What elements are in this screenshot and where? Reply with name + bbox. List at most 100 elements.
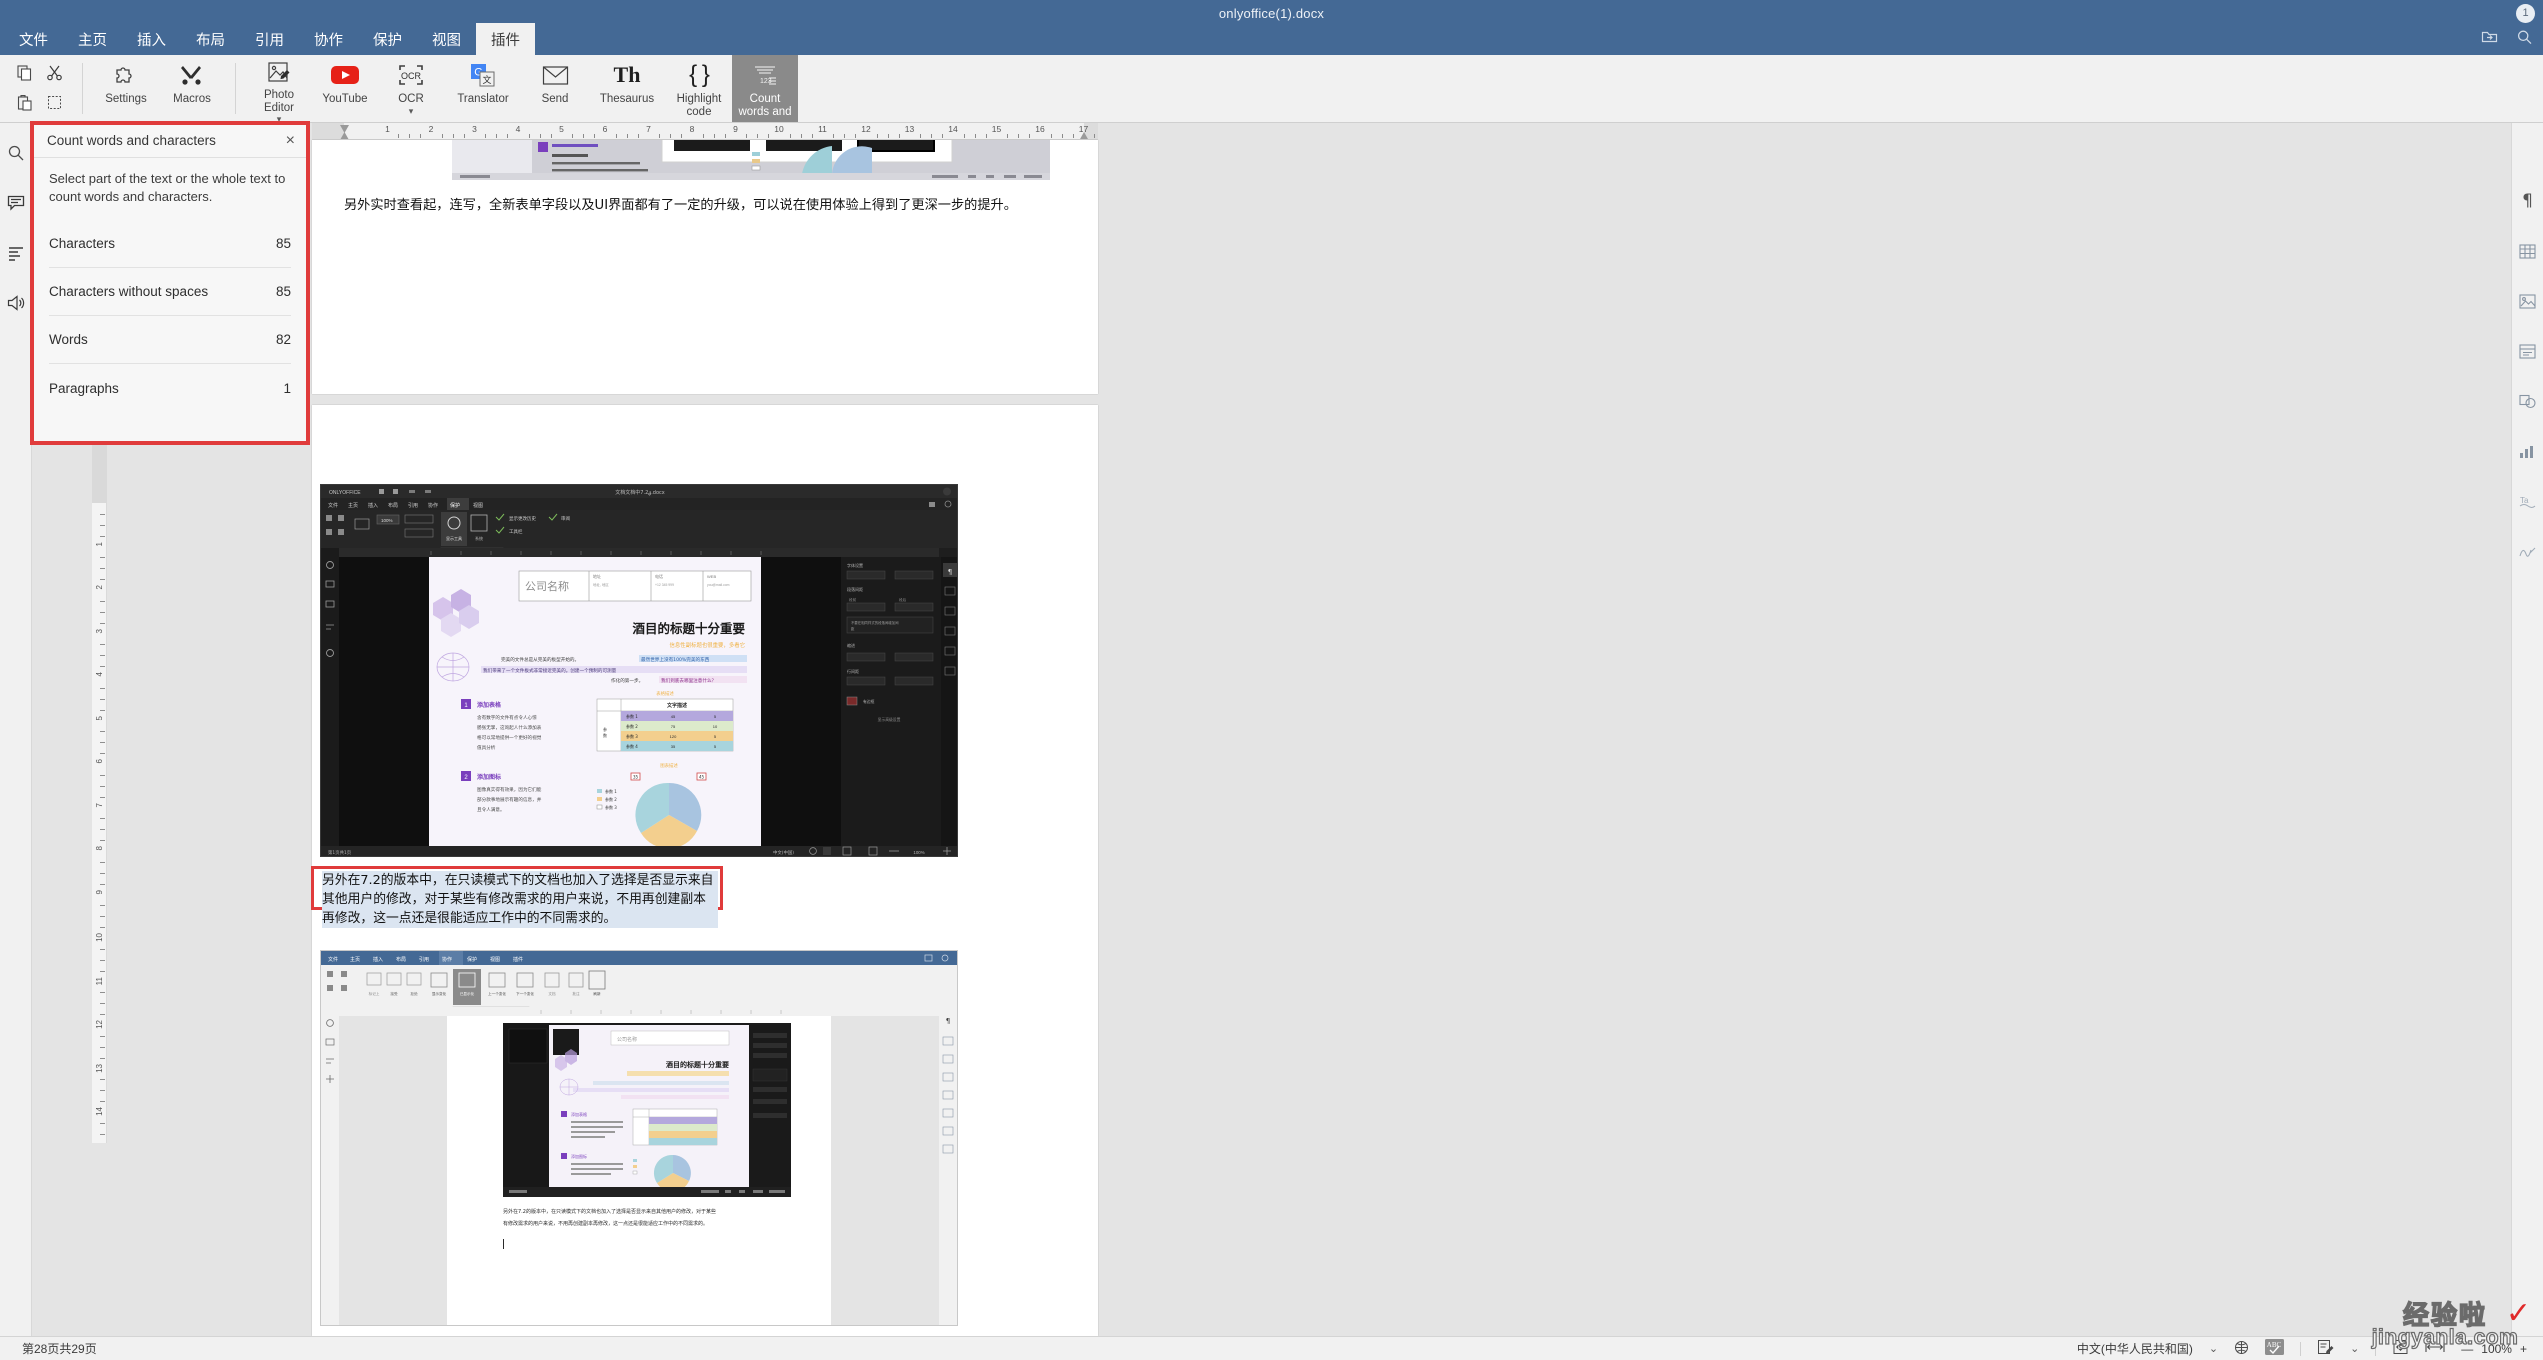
table-settings-icon[interactable] <box>2516 239 2540 263</box>
embedded-image-strip[interactable] <box>452 140 1050 180</box>
count-words-plugin-panel: Count words and characters × Select part… <box>30 121 310 445</box>
vertical-ruler[interactable]: 1 2 3 4 5 6 7 8 9 10 11 12 13 14 <box>92 423 107 1143</box>
zoom-in-button[interactable]: + <box>2520 1342 2527 1356</box>
page-number-status[interactable]: 第28页共29页 <box>22 1340 97 1357</box>
open-file-location-icon[interactable] <box>2481 29 2498 49</box>
paste-icon[interactable] <box>12 90 38 116</box>
chevron-down-icon-track[interactable]: ⌄ <box>2350 1342 2359 1355</box>
ruler-tick <box>800 134 802 138</box>
send-button[interactable]: Send <box>522 55 588 122</box>
search-icon[interactable] <box>2516 29 2533 50</box>
comments-icon[interactable] <box>4 191 28 215</box>
svg-text:you@mail.com: you@mail.com <box>707 583 730 587</box>
text-box-settings-icon[interactable]: Ta <box>2516 489 2540 513</box>
svg-text:45: 45 <box>671 714 676 719</box>
svg-text:100%: 100% <box>381 518 393 523</box>
vruler-tick <box>100 1133 105 1135</box>
tab-layout[interactable]: 布局 <box>181 23 240 55</box>
stat-value-paragraphs: 1 <box>283 380 291 396</box>
svg-text:最然世界上没有100%完美的东西: 最然世界上没有100%完美的东西 <box>641 656 710 663</box>
close-icon[interactable]: × <box>286 132 295 149</box>
svg-text:数: 数 <box>603 732 607 738</box>
tab-home[interactable]: 主页 <box>63 23 122 55</box>
fit-width-icon[interactable] <box>2425 1340 2445 1357</box>
svg-text:35: 35 <box>633 775 639 780</box>
settings-button[interactable]: Settings <box>93 55 159 122</box>
zoom-level-label[interactable]: 100% <box>2481 1342 2512 1356</box>
thesaurus-button[interactable]: Th Thesaurus <box>588 55 666 122</box>
thesaurus-label: Thesaurus <box>599 93 655 105</box>
vruler-tick <box>100 742 105 744</box>
document-paragraph-1[interactable]: 另外实时查看起，连写，全新表单字段以及UI界面都有了一定的升级，可以说在使用体验… <box>344 194 1062 217</box>
paragraph-settings-icon[interactable]: ¶ <box>2516 189 2540 213</box>
tab-view[interactable]: 视图 <box>417 23 476 55</box>
ocr-button[interactable]: OCR OCR ▾ <box>378 55 444 122</box>
svg-text:参数 4: 参数 4 <box>626 743 638 749</box>
svg-text:我们带来了一个文件板式非常接近完美的。创建一个预制的可测量: 我们带来了一个文件板式非常接近完美的。创建一个预制的可测量 <box>483 667 617 674</box>
globe-icon[interactable] <box>2234 1340 2249 1358</box>
document-page-2: ONLYOFFICE 文档文档中ࢥ7.2.docx 文件 主页 插入 布局 引用… <box>311 405 1098 1336</box>
user-avatar[interactable]: 1 <box>2516 3 2535 23</box>
embedded-screenshot-onlyoffice-dark[interactable]: ONLYOFFICE 文档文档中ࢥ7.2.docx 文件 主页 插入 布局 引用… <box>320 484 958 857</box>
ruler-tick <box>507 134 509 138</box>
tab-references[interactable]: 引用 <box>240 23 299 55</box>
horizontal-ruler[interactable]: 1 2 3 4 5 6 7 8 9 10 11 12 13 14 15 16 17 <box>312 123 1098 140</box>
stat-row-characters-no-spaces: Characters without spaces 85 <box>49 268 291 316</box>
vruler-tick-label: 9 <box>95 889 104 894</box>
plugin-panel-header: Count words and characters × <box>33 124 307 158</box>
svg-text:部分款事地展示有趣的信息，并: 部分款事地展示有趣的信息，并 <box>477 796 542 803</box>
document-paragraph-2[interactable]: 另外在7.2的版本中，在只读模式下的文档也加入了选择是否显示来自其他用户的修改，… <box>322 871 718 928</box>
signature-settings-icon[interactable] <box>2516 539 2540 563</box>
svg-text:公司名称: 公司名称 <box>617 1036 637 1043</box>
spellcheck-icon[interactable]: ABC <box>2265 1339 2285 1358</box>
status-bar-right: 中文(中华人民共和国) ⌄ ABC ⌄ — 100% + <box>2077 1339 2543 1358</box>
search-icon[interactable] <box>4 141 28 165</box>
shape-settings-icon[interactable] <box>2516 389 2540 413</box>
zoom-out-button[interactable]: — <box>2461 1342 2473 1356</box>
highlight-code-button[interactable]: { } Highlight code <box>666 55 732 122</box>
chart-settings-icon[interactable] <box>2516 439 2540 463</box>
ruler-tick <box>1018 134 1020 138</box>
vruler-tick <box>100 774 105 776</box>
ruler-tick <box>920 134 922 138</box>
track-changes-icon[interactable] <box>2317 1339 2334 1358</box>
tab-protection[interactable]: 保护 <box>358 23 417 55</box>
tab-plugins[interactable]: 插件 <box>476 23 535 55</box>
vruler-tick-label: 12 <box>95 1020 104 1029</box>
vruler-tick-label: 3 <box>95 628 104 633</box>
ruler-tick <box>768 134 770 138</box>
headings-icon[interactable] <box>4 241 28 265</box>
translator-button[interactable]: G 文 Translator <box>444 55 522 122</box>
macros-button[interactable]: Macros <box>159 55 225 122</box>
tab-file[interactable]: 文件 <box>4 23 63 55</box>
svg-text:拒绝: 拒绝 <box>410 991 418 996</box>
ruler-tick <box>1061 134 1063 138</box>
ruler-left-margin <box>312 123 344 139</box>
embedded-screenshot-onlyoffice-light[interactable]: 文件 主页 插入 布局 引用 协作 保护 视图 插件 标记上 接受 拒绝 显示变… <box>320 950 958 1326</box>
chevron-down-icon-ocr[interactable]: ▾ <box>409 106 414 117</box>
select-all-icon[interactable] <box>42 90 68 116</box>
image-settings-icon[interactable] <box>2516 289 2540 313</box>
tab-insert[interactable]: 插入 <box>122 23 181 55</box>
language-status[interactable]: 中文(中华人民共和国) <box>2077 1340 2193 1357</box>
vruler-tick <box>100 1101 105 1103</box>
vruler-tick <box>100 579 105 581</box>
vruler-tick <box>100 905 105 907</box>
svg-text:地址: 地址 <box>593 573 601 579</box>
count-words-button[interactable]: 123 Count words and <box>732 55 798 122</box>
ruler-tick <box>594 134 596 138</box>
copy-icon[interactable] <box>12 60 38 86</box>
youtube-button[interactable]: YouTube <box>312 55 378 122</box>
photo-editor-button[interactable]: Photo Editor ▾ <box>246 55 312 124</box>
cut-icon[interactable] <box>42 60 68 86</box>
feedback-icon[interactable] <box>4 291 28 315</box>
document-editor-area: 1 2 3 4 5 6 7 8 9 10 11 12 13 14 15 16 17 1 2 3 4 5 6 7 8 9 10 11 1… <box>32 123 2511 1336</box>
fit-page-icon[interactable] <box>2392 1339 2409 1358</box>
status-divider-1 <box>2300 1341 2302 1356</box>
vruler-tick <box>100 568 105 570</box>
svg-text:缩进: 缩进 <box>847 642 855 648</box>
svg-text:显示更改历史: 显示更改历史 <box>509 515 536 522</box>
text-art-settings-icon[interactable] <box>2516 339 2540 363</box>
chevron-down-icon-language[interactable]: ⌄ <box>2209 1342 2218 1355</box>
tab-collaboration[interactable]: 协作 <box>299 23 358 55</box>
